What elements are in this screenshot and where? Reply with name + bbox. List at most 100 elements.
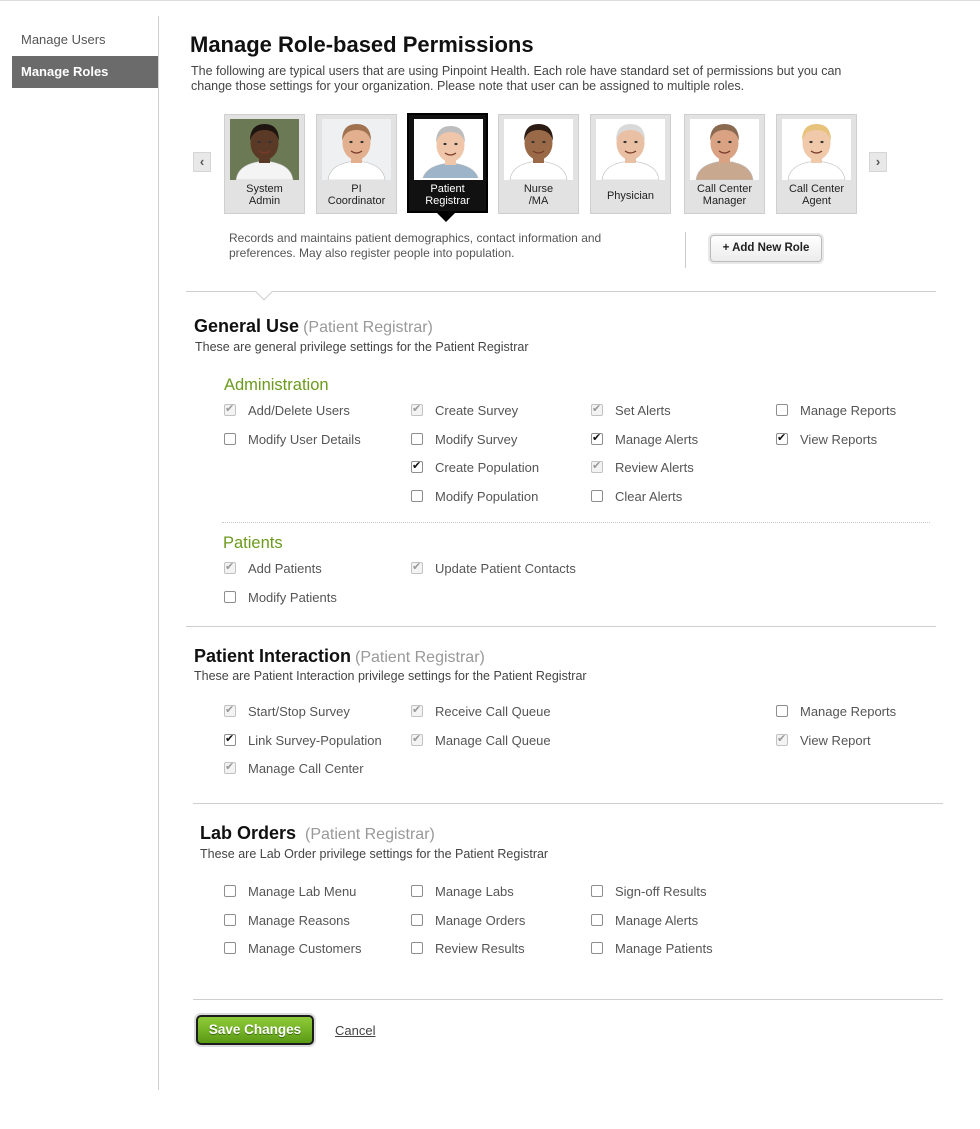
permission-checkbox-row[interactable]: Modify Patients [224,588,337,606]
role-card[interactable]: Patient Registrar [407,113,488,213]
checkbox-checked[interactable] [591,431,603,445]
save-changes-button[interactable]: Save Changes [196,1015,314,1045]
role-name-line: /MA [528,195,549,207]
permission-checkbox-row[interactable]: View Report [776,731,871,749]
checkbox-checked[interactable] [776,431,788,445]
permission-checkbox-row[interactable]: Add Patients [224,559,322,577]
permission-checkbox-row[interactable]: Link Survey-Population [224,731,382,749]
checkbox[interactable] [591,914,603,926]
permission-checkbox-row[interactable]: Add/Delete Users [224,401,350,419]
role-name: Call Center Manager [685,183,764,207]
permission-checkbox-row[interactable]: Manage Alerts [591,911,698,929]
carousel-next-button[interactable]: › [869,152,887,172]
permission-checkbox-row[interactable]: Manage Customers [224,939,361,957]
checkbox-checked[interactable] [411,402,423,416]
checkbox-checked[interactable] [224,732,236,746]
permission-checkbox-row[interactable]: Clear Alerts [591,487,682,505]
role-name: Call Center Agent [777,183,856,207]
permission-checkbox-row[interactable]: Update Patient Contacts [411,559,576,577]
role-card[interactable]: System Admin [224,114,305,214]
permission-checkbox-row[interactable]: Manage Alerts [591,430,698,448]
checkbox-label: Create Population [435,459,540,475]
checkbox[interactable] [776,705,788,717]
checkbox[interactable] [411,490,423,502]
permission-checkbox-row[interactable]: Manage Call Center [224,759,364,777]
checkbox[interactable] [411,942,423,954]
checkbox[interactable] [591,942,603,954]
checkbox-checked[interactable] [224,703,236,717]
permission-checkbox-row[interactable]: Manage Orders [411,911,525,929]
permission-checkbox-row[interactable]: Modify Survey [411,430,517,448]
permission-checkbox-row[interactable]: Create Population [411,458,539,476]
checkbox-checked[interactable] [411,703,423,717]
permission-checkbox-row[interactable]: Manage Lab Menu [224,882,356,900]
permission-checkbox-row[interactable]: Manage Patients [591,939,713,957]
role-card[interactable]: Call Center Manager [684,114,765,214]
role-name-line: Nurse [523,183,554,195]
permission-checkbox-row[interactable]: Start/Stop Survey [224,702,350,720]
checkbox-checked[interactable] [591,402,603,416]
checkbox-checked[interactable] [224,760,236,774]
checkbox-checked[interactable] [411,459,423,473]
checkbox-label: Manage Alerts [615,912,699,928]
checkbox[interactable] [224,591,236,603]
role-avatar [504,119,573,180]
checkbox-label: Link Survey-Population [248,732,382,748]
checkbox[interactable] [411,914,423,926]
permission-checkbox-row[interactable]: View Reports [776,430,877,448]
checkbox-checked[interactable] [224,560,236,574]
checkbox-checked[interactable] [224,402,236,416]
checkbox[interactable] [224,914,236,926]
divider-notch [255,283,273,301]
permission-checkbox-row[interactable]: Sign-off Results [591,882,707,900]
checkbox-label: Manage Reasons [248,912,350,928]
permission-checkbox-row[interactable]: Manage Reports [776,702,896,720]
checkbox[interactable] [224,885,236,897]
sidebar-item-manage-users[interactable]: Manage Users [12,24,159,56]
carousel-prev-button[interactable]: ‹ [193,152,211,172]
checkbox-label: Manage Patients [615,940,713,956]
checkbox-label: Receive Call Queue [435,703,551,719]
checkbox-checked[interactable] [776,732,788,746]
permission-checkbox-row[interactable]: Manage Labs [411,882,514,900]
role-card[interactable]: Physician [590,114,671,214]
checkbox-checked[interactable] [591,459,603,473]
checkbox-label: Manage Customers [248,940,362,956]
checkbox[interactable] [224,433,236,445]
checkbox[interactable] [591,490,603,502]
permission-checkbox-row[interactable]: Review Results [411,939,525,957]
sidebar-item-manage-roles[interactable]: Manage Roles [12,56,159,88]
checkbox[interactable] [411,433,423,445]
role-card[interactable]: PI Coordinator [316,114,397,214]
checkbox[interactable] [776,404,788,416]
add-new-role-button[interactable]: + Add New Role [710,235,822,262]
permission-checkbox-row[interactable]: Review Alerts [591,458,694,476]
dotted-divider [222,522,930,523]
permission-checkbox-row[interactable]: Modify User Details [224,430,361,448]
vertical-divider [685,232,686,268]
permission-checkbox-row[interactable]: Modify Population [411,487,538,505]
permission-checkbox-row[interactable]: Manage Reasons [224,911,350,929]
role-name-line: Patient [430,183,465,195]
role-name: System Admin [225,183,304,207]
role-card[interactable]: Nurse/MA [498,114,579,214]
checkbox[interactable] [224,942,236,954]
checkbox[interactable] [411,885,423,897]
checkbox[interactable] [591,885,603,897]
permission-checkbox-row[interactable]: Set Alerts [591,401,671,419]
permission-checkbox-row[interactable]: Create Survey [411,401,518,419]
checkbox-label: Sign-off Results [615,883,707,899]
checkbox-label: Start/Stop Survey [248,703,350,719]
checkbox-label: Create Survey [435,402,519,418]
checkbox-label: Modify Survey [435,431,518,447]
cancel-link[interactable]: Cancel [335,1023,375,1038]
permission-checkbox-row[interactable]: Manage Reports [776,401,896,419]
checkbox-label: Manage Reports [800,703,897,719]
checkbox-checked[interactable] [411,560,423,574]
role-card[interactable]: Call Center Agent [776,114,857,214]
checkbox-checked[interactable] [411,732,423,746]
permission-checkbox-row[interactable]: Receive Call Queue [411,702,551,720]
section-divider [186,626,936,627]
permission-checkbox-row[interactable]: Manage Call Queue [411,731,551,749]
role-name: Physician [591,190,670,202]
